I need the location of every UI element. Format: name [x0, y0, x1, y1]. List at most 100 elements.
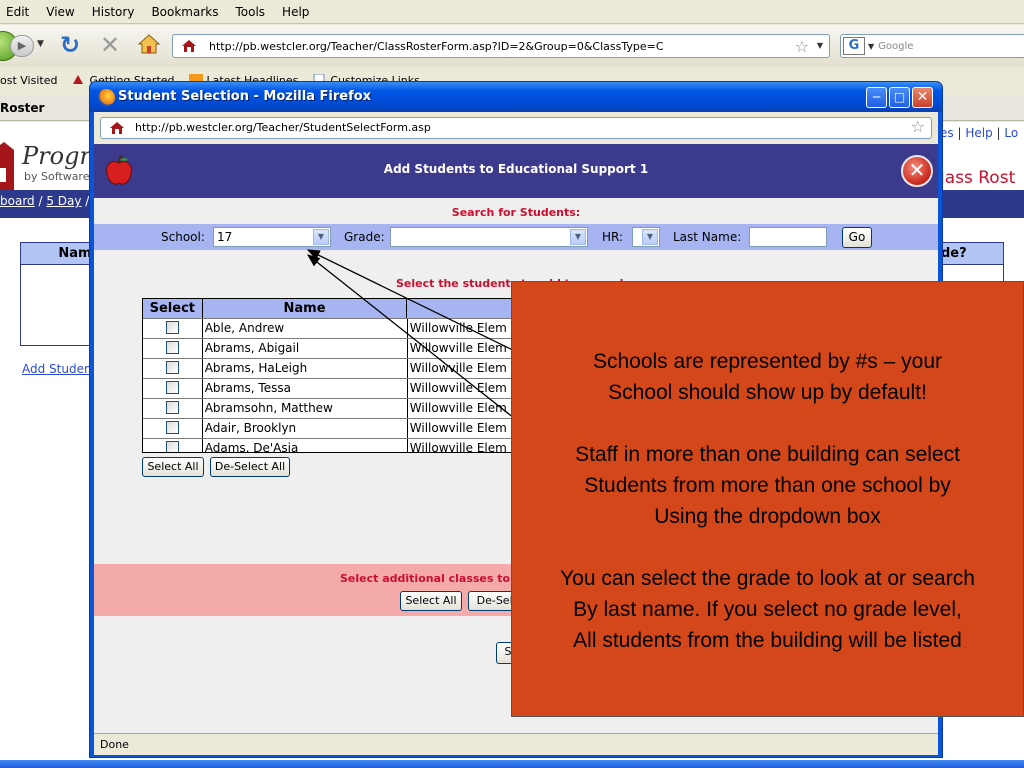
menu-bookmarks[interactable]: Bookmarks	[151, 5, 218, 19]
crumb-dashboard[interactable]: board	[0, 194, 35, 208]
browser-navbar: ▶ ▼ ↻ ✕ http://pb.westcler.org/Teacher/C…	[0, 25, 1024, 67]
table-row: Able, Andrew Willowville Elem	[143, 319, 571, 339]
popup-urlbar: http://pb.westcler.org/Teacher/StudentSe…	[94, 112, 938, 144]
search-bar: School: 17 ▼ Grade: ▼ HR: ▼ Last Name: G…	[94, 224, 938, 250]
student-name: Abrams, Tessa	[203, 379, 408, 398]
school-house-logo-icon	[0, 142, 14, 190]
popup-address-bar[interactable]: http://pb.westcler.org/Teacher/StudentSe…	[100, 117, 932, 139]
col-name: Name	[203, 299, 408, 318]
col-select: Select	[143, 299, 203, 318]
maximize-button[interactable]: □	[889, 87, 910, 108]
table-row: Abrams, Abigail Willowville Elem	[143, 339, 571, 359]
search-box[interactable]: G ▼ Google	[840, 34, 1024, 58]
grade-label: Grade:	[344, 230, 385, 244]
popup-titlebar[interactable]: Student Selection - Mozilla Firefox ─ □ …	[90, 82, 942, 112]
breadcrumb: board / 5 Day /	[0, 194, 90, 208]
url-dropdown-icon[interactable]: ▼	[817, 41, 823, 50]
annotation-callout: Schools are represented by #s – your Sch…	[511, 281, 1024, 717]
table-row: Abrams, HaLeigh Willowville Elem	[143, 359, 571, 379]
student-checkbox[interactable]	[165, 381, 179, 394]
student-checkbox[interactable]	[165, 321, 179, 334]
school-label: School:	[161, 230, 205, 244]
search-title: Search for Students:	[451, 206, 581, 219]
site-house-icon	[182, 40, 196, 52]
reload-icon[interactable]: ↻	[60, 31, 80, 59]
close-icon[interactable]: ✕	[901, 155, 933, 187]
search-engine-dropdown-icon[interactable]: ▼	[868, 42, 874, 51]
student-name: Adams, De'Asia	[203, 439, 408, 452]
add-students-link[interactable]: Add Studen	[22, 362, 92, 376]
go-button[interactable]: Go	[842, 227, 872, 248]
link-logout[interactable]: Lo	[1004, 126, 1018, 140]
student-name: Adair, Brooklyn	[203, 419, 408, 438]
hr-label: HR:	[602, 230, 624, 244]
getting-started-icon	[73, 75, 84, 84]
table-row: Abramsohn, Matthew Willowville Elem	[143, 399, 571, 419]
address-bar[interactable]: http://pb.westcler.org/Teacher/ClassRost…	[172, 34, 830, 58]
taskbar	[0, 760, 1024, 768]
menu-view[interactable]: View	[46, 5, 74, 19]
forward-button[interactable]: ▶	[10, 35, 34, 57]
address-text: http://pb.westcler.org/Teacher/ClassRost…	[209, 39, 664, 53]
tab-title: Roster	[0, 101, 45, 115]
callout-line: Staff in more than one building can sele…	[575, 443, 960, 466]
header-title: Add Students to Educational Support 1	[383, 162, 649, 176]
menu-edit[interactable]: Edit	[6, 5, 29, 19]
callout-line: Schools are represented by #s – your	[592, 350, 943, 373]
additional-select-all-button[interactable]: Select All	[400, 591, 462, 611]
table-row: Adams, De'Asia Willowville Elem	[143, 439, 571, 452]
student-checkbox[interactable]	[165, 401, 179, 414]
bookmark-most-visited[interactable]: ost Visited	[0, 74, 57, 87]
school-select[interactable]: 17 ▼	[213, 227, 331, 247]
popup-header: Add Students to Educational Support 1 ✕	[94, 144, 938, 198]
student-name: Abramsohn, Matthew	[203, 399, 408, 418]
student-checkbox[interactable]	[165, 341, 179, 354]
additional-classes-title: Select additional classes to u	[340, 572, 522, 585]
logo-subtext: by Software	[24, 170, 90, 183]
last-name-label: Last Name:	[673, 230, 742, 244]
callout-line: By last name. If you select no grade lev…	[573, 598, 962, 621]
student-checkbox[interactable]	[165, 361, 179, 374]
menu-tools[interactable]: Tools	[235, 5, 265, 19]
callout-line: School should show up by default!	[608, 381, 927, 404]
popup-window-title: Student Selection - Mozilla Firefox	[118, 89, 372, 104]
table-header-row: Select Name S	[143, 299, 571, 319]
last-name-input[interactable]	[749, 227, 827, 247]
bookmark-star-icon[interactable]: ☆	[795, 37, 809, 56]
chevron-down-icon[interactable]: ▼	[570, 229, 586, 245]
search-placeholder: Google	[878, 40, 914, 52]
home-icon[interactable]	[138, 33, 160, 55]
callout-line: Using the dropdown box	[654, 505, 881, 528]
site-house-icon	[110, 122, 124, 134]
chevron-down-icon[interactable]: ▼	[642, 229, 658, 245]
student-checkbox[interactable]	[165, 421, 179, 434]
student-name: Able, Andrew	[203, 319, 408, 338]
bookmark-star-icon[interactable]: ☆	[911, 117, 925, 137]
table-row: Abrams, Tessa Willowville Elem	[143, 379, 571, 399]
stop-icon[interactable]: ✕	[100, 31, 120, 59]
callout-line: All students from the building will be l…	[573, 629, 962, 652]
school-value: 17	[217, 230, 233, 244]
table-row: Adair, Brooklyn Willowville Elem	[143, 419, 571, 439]
student-name: Abrams, Abigail	[203, 339, 408, 358]
hr-select[interactable]: ▼	[632, 227, 660, 247]
minimize-button[interactable]: ─	[866, 87, 887, 108]
chevron-down-icon[interactable]: ▼	[313, 229, 329, 245]
crumb-5-day[interactable]: 5 Day	[46, 194, 81, 208]
history-dropdown-icon[interactable]: ▼	[37, 39, 44, 49]
select-all-button[interactable]: Select All	[142, 457, 204, 477]
deselect-all-button[interactable]: De-Select All	[210, 457, 290, 477]
browser-menubar: Edit View History Bookmarks Tools Help	[0, 0, 1024, 24]
close-window-button[interactable]: ✕	[912, 87, 933, 108]
menu-history[interactable]: History	[92, 5, 135, 19]
menu-help[interactable]: Help	[282, 5, 309, 19]
google-icon[interactable]: G	[843, 37, 865, 55]
callout-line: You can select the grade to look at or s…	[560, 567, 975, 590]
page-title: lass Rost	[940, 168, 1016, 188]
top-links: es | Help | Lo	[940, 126, 1019, 140]
link-help[interactable]: Help	[965, 126, 992, 140]
callout-line: Students from more than one school by	[584, 474, 951, 497]
popup-address-text: http://pb.westcler.org/Teacher/StudentSe…	[135, 121, 431, 134]
grade-select[interactable]: ▼	[390, 227, 588, 247]
student-checkbox[interactable]	[165, 441, 179, 452]
